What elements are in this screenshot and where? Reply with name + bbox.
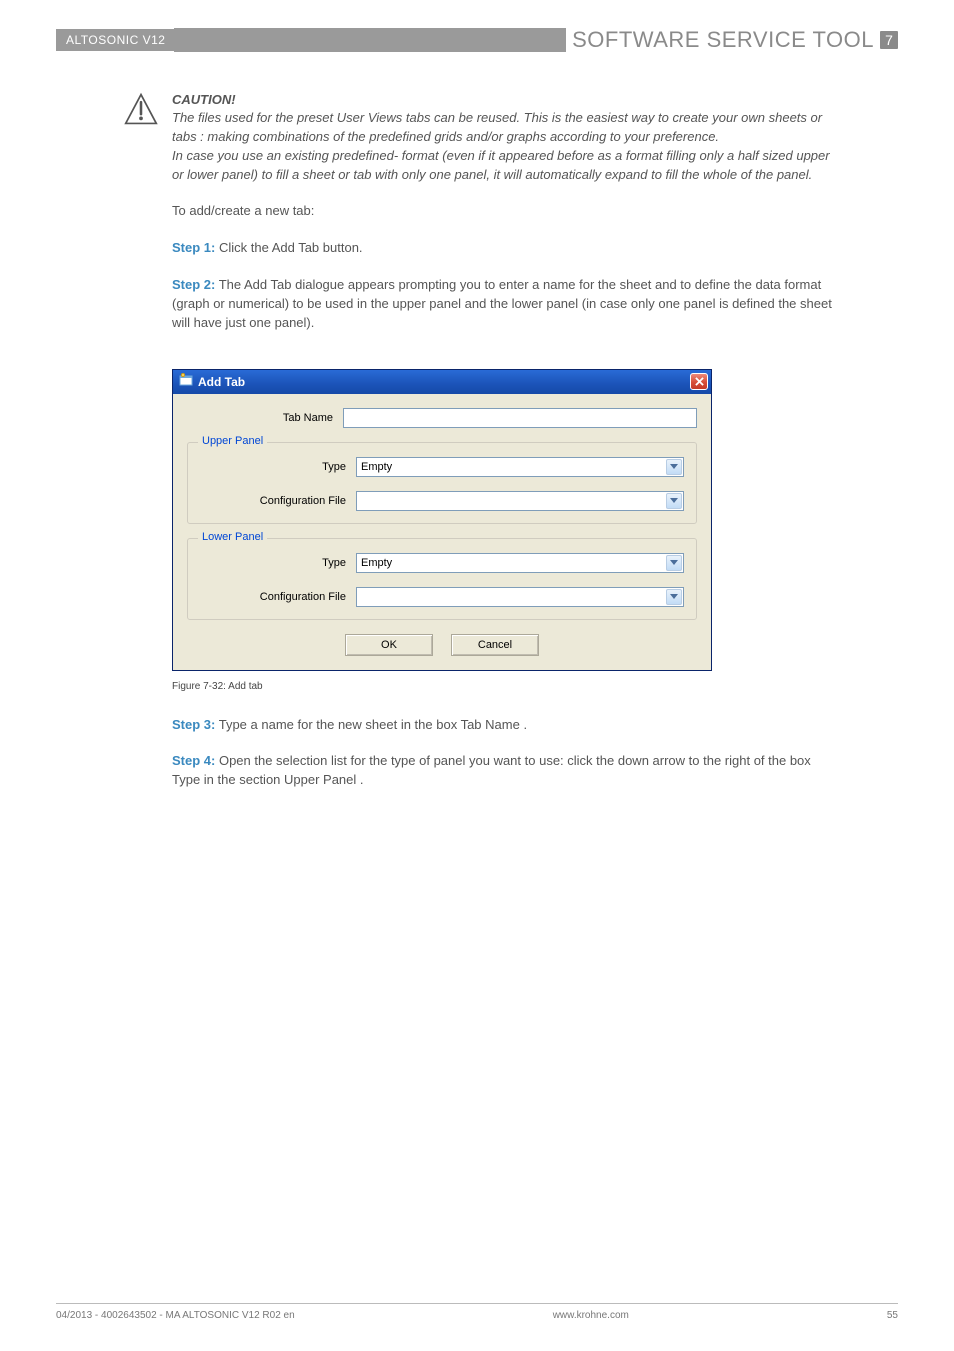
lower-config-select[interactable]: [356, 587, 684, 607]
chevron-down-icon: [666, 589, 682, 605]
step1-label: Step 1:: [172, 240, 215, 255]
page-title: SOFTWARE SERVICE TOOL: [572, 27, 874, 53]
intro-line: To add/create a new tab:: [172, 202, 842, 221]
chevron-down-icon: [666, 555, 682, 571]
step3-text: Type a name for the new sheet in the box…: [215, 717, 527, 732]
upper-type-label: Type: [200, 461, 356, 473]
close-button[interactable]: [690, 373, 708, 390]
lower-panel-legend: Lower Panel: [198, 531, 267, 543]
footer-left: 04/2013 - 4002643502 - MA ALTOSONIC V12 …: [56, 1310, 295, 1321]
upper-type-value: Empty: [361, 461, 392, 473]
step2: Step 2: The Add Tab dialogue appears pro…: [172, 276, 842, 333]
tab-name-row: Tab Name: [187, 408, 697, 428]
product-label: ALTOSONIC V12: [56, 29, 175, 51]
footer-right: 55: [887, 1310, 898, 1321]
step2-label: Step 2:: [172, 277, 215, 292]
dialog-title: Add Tab: [198, 375, 245, 389]
page-footer: 04/2013 - 4002643502 - MA ALTOSONIC V12 …: [56, 1303, 898, 1321]
step4-text: Open the selection list for the type of …: [172, 753, 811, 787]
upper-panel-fieldset: Upper Panel Type Empty Configuration Fil…: [187, 442, 697, 524]
lower-config-label: Configuration File: [200, 591, 356, 603]
page-header: ALTOSONIC V12 SOFTWARE SERVICE TOOL 7: [56, 28, 898, 52]
step3-label: Step 3:: [172, 717, 215, 732]
dialog-button-row: OK Cancel: [187, 634, 697, 656]
figure-caption: Figure 7-32: Add tab: [172, 681, 842, 692]
tab-name-label: Tab Name: [187, 412, 343, 424]
upper-type-select[interactable]: Empty: [356, 457, 684, 477]
caution-title: CAUTION!: [172, 92, 842, 107]
cancel-button[interactable]: Cancel: [451, 634, 539, 656]
close-icon: [695, 377, 704, 386]
step2-text: The Add Tab dialogue appears prompting y…: [172, 277, 832, 330]
ok-button[interactable]: OK: [345, 634, 433, 656]
upper-config-label: Configuration File: [200, 495, 356, 507]
step1: Step 1: Click the Add Tab button.: [172, 239, 842, 258]
lower-type-value: Empty: [361, 557, 392, 569]
lower-panel-fieldset: Lower Panel Type Empty Configuration Fil…: [187, 538, 697, 620]
tab-name-input[interactable]: [343, 408, 697, 428]
figure-add-tab: Add Tab Tab Name Upper Panel Type: [172, 369, 842, 671]
lower-type-select[interactable]: Empty: [356, 553, 684, 573]
caution-para2: In case you use an existing predefined- …: [172, 147, 842, 185]
lower-type-label: Type: [200, 557, 356, 569]
step3: Step 3: Type a name for the new sheet in…: [172, 716, 842, 735]
add-tab-dialog: Add Tab Tab Name Upper Panel Type: [172, 369, 712, 671]
caution-block: CAUTION! The files used for the preset U…: [172, 92, 842, 184]
footer-center: www.krohne.com: [553, 1310, 629, 1321]
chevron-down-icon: [666, 459, 682, 475]
step4: Step 4: Open the selection list for the …: [172, 752, 842, 790]
step1-text: Click the Add Tab button.: [215, 240, 362, 255]
dialog-titlebar: Add Tab: [173, 370, 711, 394]
caution-para1: The files used for the preset User Views…: [172, 109, 842, 147]
header-fill: [174, 28, 566, 52]
upper-panel-legend: Upper Panel: [198, 435, 267, 447]
upper-config-select[interactable]: [356, 491, 684, 511]
dialog-app-icon: [179, 373, 193, 390]
step4-label: Step 4:: [172, 753, 215, 768]
chevron-down-icon: [666, 493, 682, 509]
chapter-badge: 7: [880, 31, 898, 49]
caution-icon: [124, 92, 158, 131]
